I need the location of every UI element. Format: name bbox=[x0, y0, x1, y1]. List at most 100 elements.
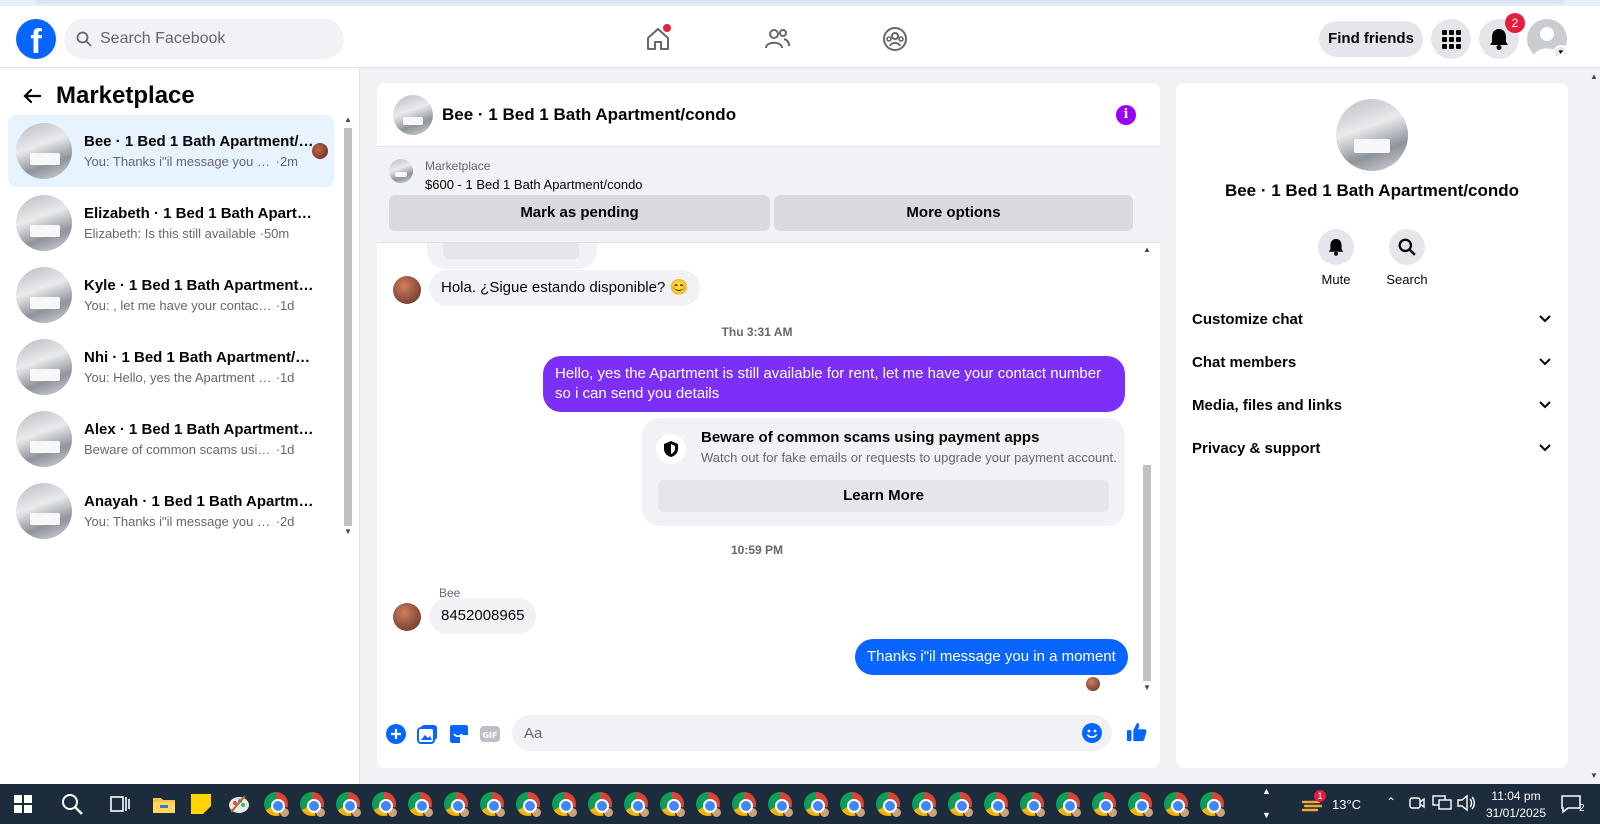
chrome-profile-icon[interactable] bbox=[372, 792, 398, 818]
listing-title[interactable]: $600 - 1 Bed 1 Bath Apartment/condo bbox=[425, 177, 643, 192]
chrome-profile-icon[interactable] bbox=[264, 792, 290, 818]
taskbar-search-icon[interactable] bbox=[60, 792, 84, 816]
scrollbar-thumb[interactable] bbox=[344, 128, 352, 526]
windows-start-icon[interactable] bbox=[14, 795, 32, 813]
chat-details-avatar[interactable] bbox=[1336, 99, 1408, 171]
gif-icon[interactable]: GIF bbox=[479, 723, 501, 745]
scroll-up-arrow-icon[interactable]: ▲ bbox=[1590, 72, 1598, 81]
bell-icon[interactable] bbox=[1318, 229, 1354, 265]
thumbs-up-icon[interactable] bbox=[1126, 721, 1148, 743]
photo-icon[interactable] bbox=[417, 723, 439, 745]
privacy-support-section[interactable]: Privacy & support bbox=[1192, 436, 1552, 460]
outgoing-message[interactable]: Hello, yes the Apartment is still availa… bbox=[543, 356, 1125, 412]
incoming-message[interactable]: Hola. ¿Sigue estando disponible? 😊 bbox=[429, 270, 701, 306]
chrome-profile-icon[interactable] bbox=[840, 792, 866, 818]
conversation-item[interactable]: Bee · 1 Bed 1 Bath Apartment/condo You: … bbox=[8, 115, 334, 187]
chrome-profile-icon[interactable] bbox=[552, 792, 578, 818]
meet-now-icon[interactable] bbox=[1408, 794, 1428, 814]
chrome-profile-icon[interactable] bbox=[1020, 792, 1046, 818]
chrome-profile-icon[interactable] bbox=[1128, 792, 1154, 818]
find-friends-button[interactable]: Find friends bbox=[1319, 21, 1423, 57]
conversation-item[interactable]: Nhi · 1 Bed 1 Bath Apartment/condo You: … bbox=[8, 331, 334, 403]
sticky-notes-icon[interactable] bbox=[189, 792, 213, 816]
groups-nav[interactable] bbox=[874, 18, 916, 60]
chrome-profile-icon[interactable] bbox=[984, 792, 1010, 818]
chrome-profile-icon[interactable] bbox=[408, 792, 434, 818]
chrome-profile-icon[interactable] bbox=[480, 792, 506, 818]
taskbar-scroll-up-icon[interactable]: ▲ bbox=[1262, 786, 1271, 796]
chrome-profile-icon[interactable] bbox=[660, 792, 686, 818]
chrome-profile-icon[interactable] bbox=[516, 792, 542, 818]
chat-title[interactable]: Bee · 1 Bed 1 Bath Apartment/condo bbox=[442, 105, 736, 125]
taskbar-clock-date[interactable]: 31/01/2025 bbox=[1484, 806, 1548, 820]
chrome-profile-icon[interactable] bbox=[588, 792, 614, 818]
chrome-profile-icon[interactable] bbox=[768, 792, 794, 818]
search-box[interactable] bbox=[64, 19, 344, 59]
search-action[interactable]: Search bbox=[1377, 229, 1437, 287]
scroll-down-arrow-icon[interactable]: ▼ bbox=[344, 528, 352, 536]
paint-icon[interactable] bbox=[227, 792, 251, 816]
home-nav[interactable] bbox=[637, 18, 679, 60]
menu-button[interactable] bbox=[1431, 19, 1471, 59]
page-scrollbar[interactable]: ▲ ▼ bbox=[1588, 68, 1600, 784]
chrome-profile-icon[interactable] bbox=[336, 792, 362, 818]
weather-temperature[interactable]: 13°C bbox=[1332, 797, 1361, 812]
scroll-up-arrow-icon[interactable]: ▲ bbox=[344, 116, 352, 124]
conversation-item[interactable]: Elizabeth · 1 Bed 1 Bath Apartment/condo… bbox=[8, 187, 334, 259]
account-avatar[interactable]: ▼ bbox=[1527, 19, 1567, 59]
mute-action[interactable]: Mute bbox=[1306, 229, 1366, 287]
media-files-section[interactable]: Media, files and links bbox=[1192, 393, 1552, 417]
chrome-profile-icon[interactable] bbox=[1056, 792, 1082, 818]
conversation-item[interactable]: Alex · 1 Bed 1 Bath Apartment/condo Bewa… bbox=[8, 403, 334, 475]
customize-chat-section[interactable]: Customize chat bbox=[1192, 307, 1552, 331]
chrome-profile-icon[interactable] bbox=[444, 792, 470, 818]
chrome-profile-icon[interactable] bbox=[876, 792, 902, 818]
info-icon[interactable]: i bbox=[1116, 105, 1136, 125]
friends-nav[interactable] bbox=[756, 18, 798, 60]
buyer-details-button[interactable] bbox=[443, 243, 579, 259]
chat-members-section[interactable]: Chat members bbox=[1192, 350, 1552, 374]
sidebar-scrollbar[interactable]: ▲ ▼ bbox=[342, 116, 354, 538]
message-input[interactable] bbox=[524, 724, 1064, 742]
chrome-profile-icon[interactable] bbox=[948, 792, 974, 818]
scroll-up-arrow-icon[interactable]: ▲ bbox=[1143, 245, 1151, 254]
network-icon[interactable] bbox=[1432, 794, 1452, 814]
plus-icon[interactable] bbox=[385, 723, 407, 745]
message-input-box[interactable] bbox=[512, 715, 1112, 751]
file-explorer-icon[interactable] bbox=[152, 792, 176, 816]
scroll-down-arrow-icon[interactable]: ▼ bbox=[1143, 683, 1151, 692]
chrome-profile-icon[interactable] bbox=[1092, 792, 1118, 818]
facebook-logo[interactable]: f bbox=[16, 19, 56, 59]
taskbar-clock-time[interactable]: 11:04 pm bbox=[1484, 789, 1548, 803]
back-button[interactable] bbox=[18, 82, 46, 110]
conversation-item[interactable]: Anayah · 1 Bed 1 Bath Apartment/condo Yo… bbox=[8, 475, 334, 547]
chrome-profile-icon[interactable] bbox=[696, 792, 722, 818]
sender-avatar[interactable] bbox=[393, 276, 421, 304]
volume-icon[interactable] bbox=[1456, 794, 1476, 814]
incoming-message[interactable]: 8452008965 bbox=[429, 598, 537, 634]
chrome-profile-icon[interactable] bbox=[300, 792, 326, 818]
outgoing-message[interactable]: Thanks i"il message you in a moment bbox=[855, 639, 1128, 675]
scroll-down-arrow-icon[interactable]: ▼ bbox=[1590, 771, 1598, 780]
search-icon[interactable] bbox=[1389, 229, 1425, 265]
chat-listing-thumbnail[interactable] bbox=[393, 94, 433, 135]
scrollbar-thumb[interactable] bbox=[1143, 465, 1151, 681]
emoji-icon[interactable] bbox=[1082, 723, 1102, 743]
mark-pending-button[interactable]: Mark as pending bbox=[389, 195, 770, 231]
chrome-profile-icon[interactable] bbox=[1164, 792, 1190, 818]
conversation-item[interactable]: Kyle · 1 Bed 1 Bath Apartment/condo You:… bbox=[8, 259, 334, 331]
chrome-profile-icon[interactable] bbox=[1200, 792, 1226, 818]
more-options-button[interactable]: More options bbox=[774, 195, 1133, 231]
chevron-up-icon[interactable]: ⌃ bbox=[1386, 795, 1396, 809]
learn-more-button[interactable]: Learn More bbox=[658, 480, 1109, 512]
sticker-icon[interactable] bbox=[448, 723, 470, 745]
task-view-icon[interactable] bbox=[108, 792, 132, 816]
chrome-profile-icon[interactable] bbox=[804, 792, 830, 818]
chrome-profile-icon[interactable] bbox=[912, 792, 938, 818]
taskbar-scroll-down-icon[interactable]: ▼ bbox=[1262, 810, 1271, 820]
sender-avatar[interactable] bbox=[393, 603, 421, 631]
chat-scrollbar[interactable]: ▲ ▼ bbox=[1141, 243, 1153, 709]
chrome-profile-icon[interactable] bbox=[732, 792, 758, 818]
search-input[interactable] bbox=[100, 30, 320, 48]
chrome-profile-icon[interactable] bbox=[624, 792, 650, 818]
